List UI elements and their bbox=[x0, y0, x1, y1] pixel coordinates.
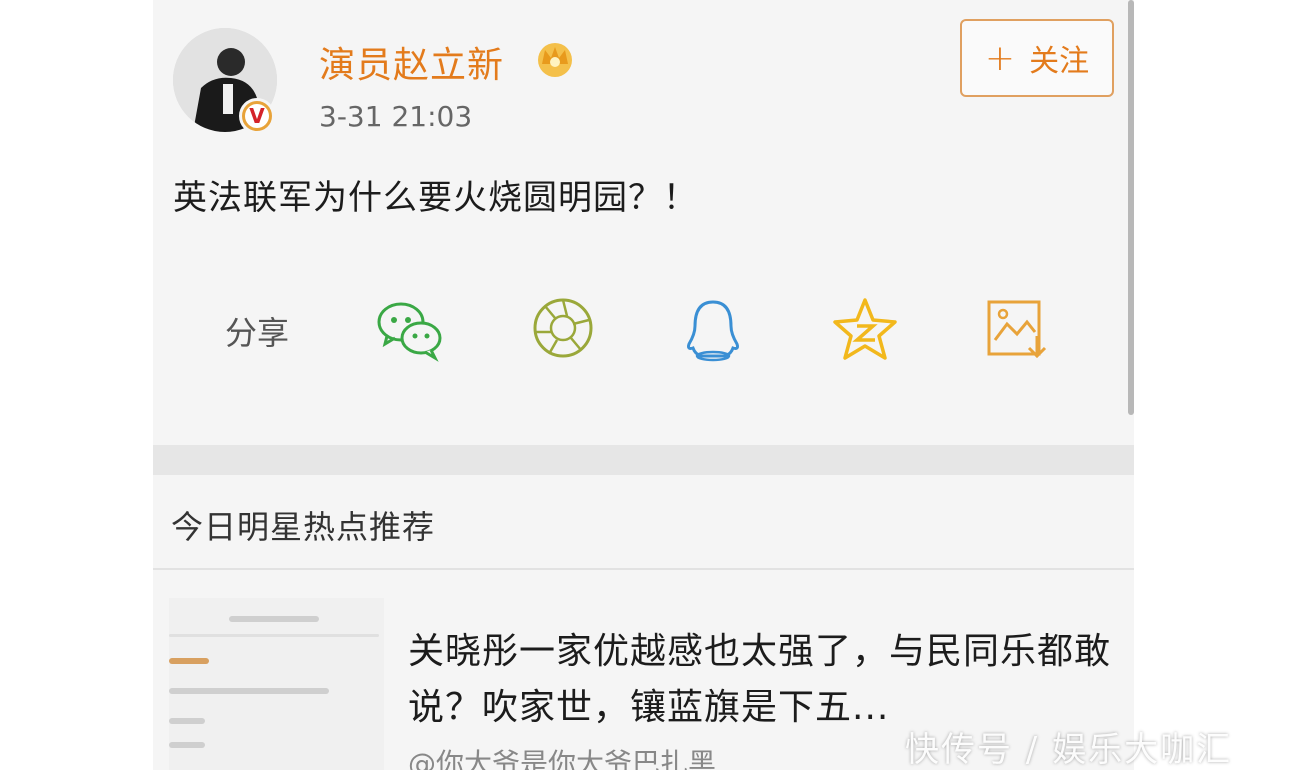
share-label: 分享 bbox=[225, 314, 290, 352]
wechat-icon[interactable] bbox=[373, 294, 445, 366]
post-text: 英法联军为什么要火烧圆明园？！ bbox=[173, 178, 698, 218]
thumb-text-line bbox=[229, 616, 319, 622]
post-timestamp: 3-31 21:03 bbox=[319, 100, 473, 133]
recommend-separator bbox=[153, 568, 1134, 570]
scrollbar[interactable] bbox=[1128, 0, 1134, 415]
follow-button[interactable]: + 关注 bbox=[960, 19, 1114, 97]
thumb-text-line bbox=[169, 688, 329, 694]
weibo-post-screen: V 演员赵立新 3-31 21:03 + 关注 英法联军为什么要火烧圆明园？！ … bbox=[153, 0, 1134, 770]
thumb-text-line bbox=[169, 718, 205, 724]
thumb-text-line bbox=[169, 742, 205, 748]
save-image-icon[interactable] bbox=[981, 294, 1053, 366]
recommend-headline[interactable]: 关晓彤一家优越感也太强了，与民同乐都敢说？吹家世，镶蓝旗是下五... bbox=[408, 624, 1118, 736]
verified-badge-icon: V bbox=[239, 98, 275, 134]
thumb-text-line bbox=[169, 634, 379, 637]
crown-icon[interactable] bbox=[533, 38, 577, 78]
recommend-title: 今日明星热点推荐 bbox=[171, 508, 436, 546]
username[interactable]: 演员赵立新 bbox=[319, 36, 504, 88]
qzone-icon[interactable] bbox=[829, 294, 901, 366]
section-divider bbox=[153, 445, 1134, 475]
recommend-thumbnail[interactable] bbox=[169, 598, 384, 770]
plus-icon: + bbox=[984, 37, 1016, 79]
watermark: 快传号 / 娱乐大咖汇 bbox=[905, 730, 1233, 770]
moments-icon[interactable] bbox=[527, 294, 599, 366]
qq-icon[interactable] bbox=[677, 294, 749, 366]
recommend-source[interactable]: @你大爷是你大爷巴扎黑 bbox=[408, 742, 716, 770]
follow-label: 关注 bbox=[1029, 44, 1090, 79]
thumb-text-line bbox=[169, 658, 209, 664]
verified-badge-text: V bbox=[245, 104, 269, 128]
